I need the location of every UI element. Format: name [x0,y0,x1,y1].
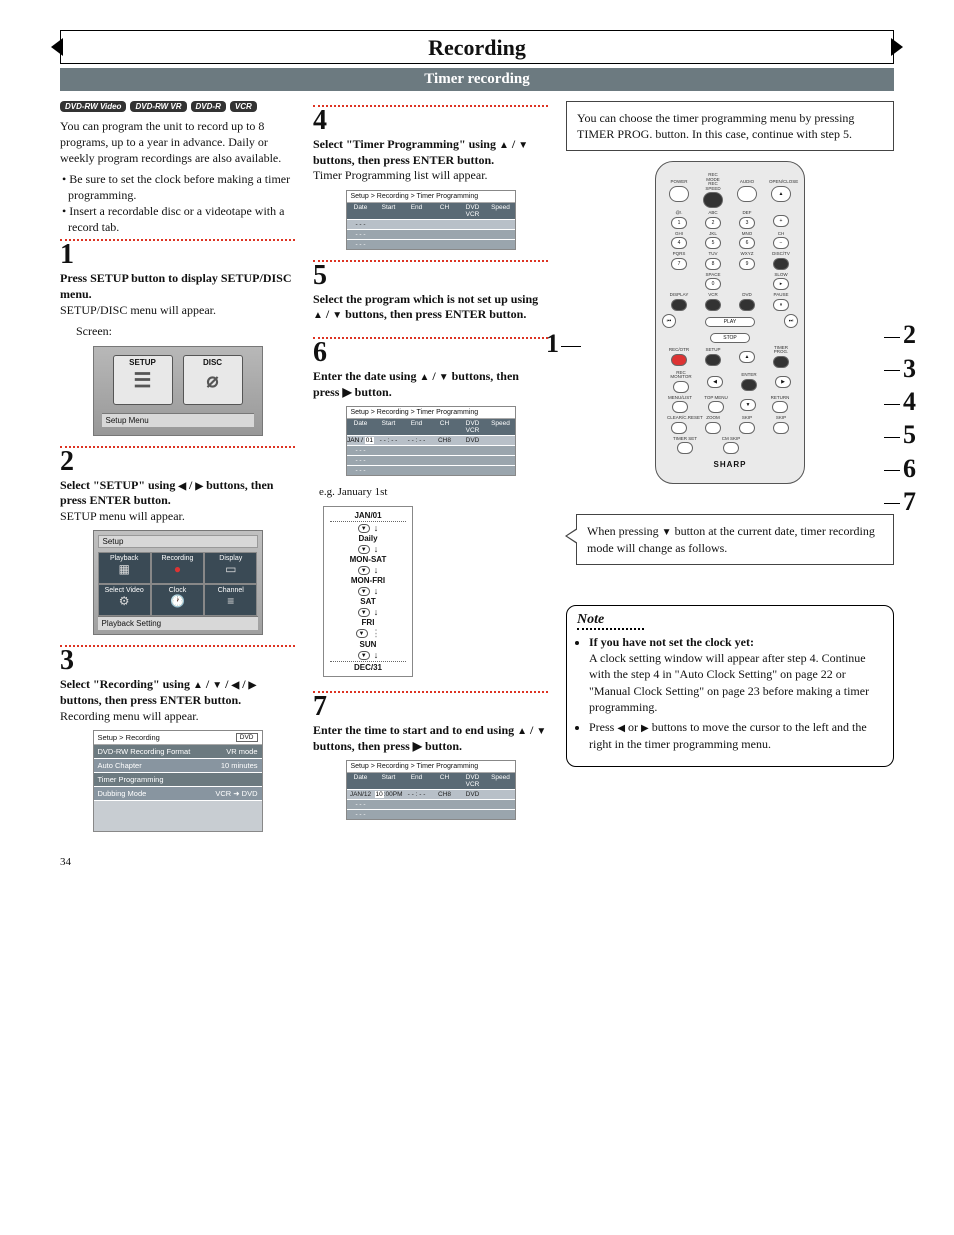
screen-breadcrumb: Setup > Recording > Timer Programming [347,407,515,419]
badge-vcr: VCR [230,101,257,112]
intro-text: You can program the unit to record up to… [60,118,295,167]
screen-setup-disc: SETUP☰ DISC⌀ Setup Menu [93,346,263,436]
badge-dvdr: DVD-R [191,101,226,112]
step-5-title: Select the program which is not set up u… [313,292,548,323]
step-1-body2: Screen: [76,324,295,340]
step-1-title: Press SETUP button to display SETUP/DISC… [60,271,295,302]
page-number: 34 [60,856,894,868]
page-header: Recording [60,30,894,64]
step-number: 5 [313,262,548,290]
remote-stop-button: STOP [710,333,750,343]
cell-channel: Channel≡ [204,584,257,616]
down-triangle-icon: ▼ [332,309,342,322]
screen-timer-prog-time: Setup > Recording > Timer Programming Da… [346,760,516,820]
step-7-title: Enter the time to start and to end using… [313,723,548,754]
step-4-body: Timer Programming list will appear. [313,168,548,184]
screen-caption: Playback Setting [98,616,258,630]
step-1-body: SETUP/DISC menu will appear. [60,303,295,319]
date-mode-flow: JAN/01 ▼↓ Daily ▼↓ MON-SAT ▼↓ MON-FRI ▼↓… [323,506,413,677]
step-number: 6 [313,339,548,367]
note-box: Note If you have not set the clock yet:A… [566,605,894,767]
badge-dvdrw-vr: DVD-RW VR [130,101,186,112]
up-triangle-icon: ▲ [313,309,323,322]
intro-bullet: • Insert a recordable disc or a videotap… [60,203,295,235]
tip-callout: You can choose the timer programming men… [566,101,894,151]
remote-timer-prog-button [773,356,789,368]
cell-recording: Recording● [151,552,204,584]
card-setup: SETUP☰ [113,355,173,405]
left-triangle-icon: ◀ [231,679,239,692]
callout-right-nums: 2 3 4 5 6 7 [884,321,916,515]
left-triangle-icon: ◀ [178,480,186,493]
step-number: 7 [313,693,548,721]
callout-1: 1 [546,329,581,359]
badge-dvdrw-video: DVD-RW Video [60,101,126,112]
step-2-body: SETUP menu will appear. [60,509,295,525]
down-triangle-icon: ▼ [212,679,222,692]
remote-setup-button [705,354,721,366]
step-6-title: Enter the date using ▲ / ▼ buttons, then… [313,369,548,400]
sub-header: Timer recording [60,68,894,91]
remote-control: POWER REC MODE REC SPEED AUDIO OPEN/CLOS… [655,161,805,484]
right-triangle-icon: ▶ [249,679,257,692]
step-number: 3 [60,647,295,675]
dvd-badge: DVD [236,733,258,742]
step-3-title: Select "Recording" using ▲ / ▼ / ◀ / ▶ b… [60,677,295,708]
remote-play-button: PLAY [705,317,755,327]
cell-display: Display▭ [204,552,257,584]
up-triangle-icon: ▲ [193,679,203,692]
up-triangle-icon: ▲ [419,371,429,384]
remote-enter-button [741,379,757,391]
format-badges: DVD-RW Video DVD-RW VR DVD-R VCR [60,101,295,112]
remote-area: 1 2 3 4 5 6 7 POWER REC MODE REC SPEED A… [566,161,894,484]
cell-select-video: Select Video⚙ [98,584,151,616]
note-item: If you have not set the clock yet:A cloc… [589,634,883,715]
down-triangle-icon: ▼ [518,139,528,152]
up-triangle-icon: ▲ [517,725,527,738]
screen-recording-menu: Setup > RecordingDVD DVD-RW Recording Fo… [93,730,263,832]
remote-brand: SHARP [662,460,798,469]
date-mode-callout: When pressing ▼ button at the current da… [576,514,894,565]
screen-caption: Setup Menu [102,413,254,427]
note-title: Note [577,612,644,630]
screen-setup-menu: Setup Playback▦ Recording● Display▭ Sele… [93,530,263,635]
step-2-title: Select "SETUP" using ◀ / ▶ buttons, then… [60,478,295,509]
right-triangle-icon: ▶ [195,480,203,493]
up-triangle-icon: ▲ [499,139,509,152]
step-number: 1 [60,241,295,269]
card-disc: DISC⌀ [183,355,243,405]
screen-breadcrumb: Setup > Recording [98,733,160,742]
intro-bullet: • Be sure to set the clock before making… [60,171,295,203]
note-item: Press ◀ or ▶ buttons to move the cursor … [589,719,883,752]
step-number: 4 [313,107,548,135]
right-triangle-icon: ▶ [641,722,649,736]
down-triangle-icon: ▼ [536,725,546,738]
step-4-title: Select "Timer Programming" using ▲ / ▼ b… [313,137,548,168]
screen-breadcrumb: Setup > Recording > Timer Programming [347,191,515,203]
screen-breadcrumb: Setup > Recording > Timer Programming [347,761,515,773]
step-3-body: Recording menu will appear. [60,709,295,725]
left-triangle-icon: ◀ [617,722,625,736]
example-text: e.g. January 1st [319,486,548,498]
screen-timer-prog-empty: Setup > Recording > Timer Programming Da… [346,190,516,250]
down-triangle-icon: ▼ [662,526,672,540]
remote-rec-button [671,354,687,366]
down-triangle-icon: ▼ [439,371,449,384]
page-title: Recording [428,35,526,60]
screen-breadcrumb: Setup [98,535,258,548]
step-number: 2 [60,448,295,476]
cell-clock: Clock🕐 [151,584,204,616]
cell-playback: Playback▦ [98,552,151,584]
screen-timer-prog-date: Setup > Recording > Timer Programming Da… [346,406,516,476]
